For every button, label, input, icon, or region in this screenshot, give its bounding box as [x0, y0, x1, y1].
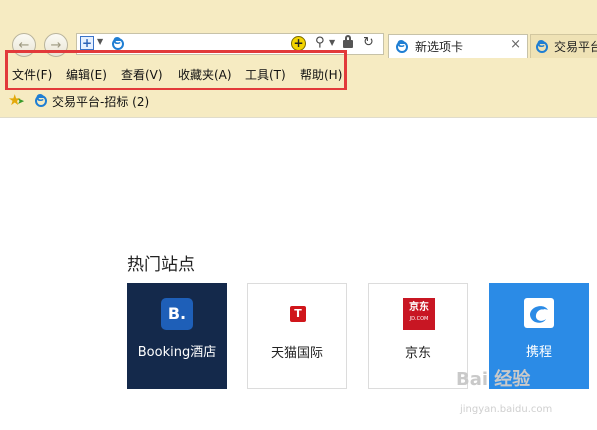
menu-highlight-box: [5, 50, 347, 91]
search-icon[interactable]: ⚲: [315, 35, 325, 50]
site-tile-tmall[interactable]: T 天猫国际: [247, 283, 347, 389]
site-label: 京东: [404, 346, 431, 361]
baidu-watermark-url: jingyan.baidu.com: [460, 404, 553, 415]
favorites-center-icon[interactable]: +: [80, 36, 94, 50]
tab-new-tab[interactable]: e 新选项卡 ×: [388, 34, 528, 58]
lock-shackle: [345, 35, 351, 41]
tab-label: 交易平台: [554, 40, 597, 54]
favorites-arrow-icon: ➤: [17, 97, 25, 107]
ctrip-dolphin-icon: [524, 298, 554, 328]
favorite-link[interactable]: 交易平台-招标 (2): [52, 93, 149, 110]
search-dropdown-icon[interactable]: ▼: [329, 38, 335, 47]
popular-sites-title: 热门站点: [127, 255, 195, 275]
ie-tab-icon: e: [535, 36, 549, 54]
dropdown-arrow-icon[interactable]: ▼: [97, 37, 103, 46]
site-tile-booking[interactable]: B. Booking酒店: [127, 283, 227, 389]
add-favorite-icon[interactable]: +: [291, 36, 306, 51]
jd-logo-icon: 京东 JD.COM: [403, 298, 435, 330]
tab-label: 新选项卡: [415, 40, 464, 54]
close-tab-icon[interactable]: ×: [510, 37, 521, 52]
toolbar-divider: [0, 117, 597, 118]
lock-icon[interactable]: [343, 40, 353, 48]
ie-tab-icon: e: [395, 36, 409, 54]
tmall-logo-icon: T: [290, 306, 306, 322]
refresh-icon[interactable]: ↻: [363, 35, 374, 50]
baidu-watermark: Bai 经验: [456, 369, 531, 390]
site-tile-jd[interactable]: 京东 JD.COM 京东: [368, 283, 468, 389]
ie-page-icon: e: [111, 33, 125, 51]
site-label: 携程: [525, 345, 552, 360]
tab-trading-platform[interactable]: e 交易平台: [530, 34, 597, 58]
site-label: Booking酒店: [137, 345, 217, 360]
booking-logo-icon: B.: [161, 298, 193, 330]
site-label: 天猫国际: [270, 346, 323, 361]
ie-favorite-icon: e: [34, 90, 48, 108]
